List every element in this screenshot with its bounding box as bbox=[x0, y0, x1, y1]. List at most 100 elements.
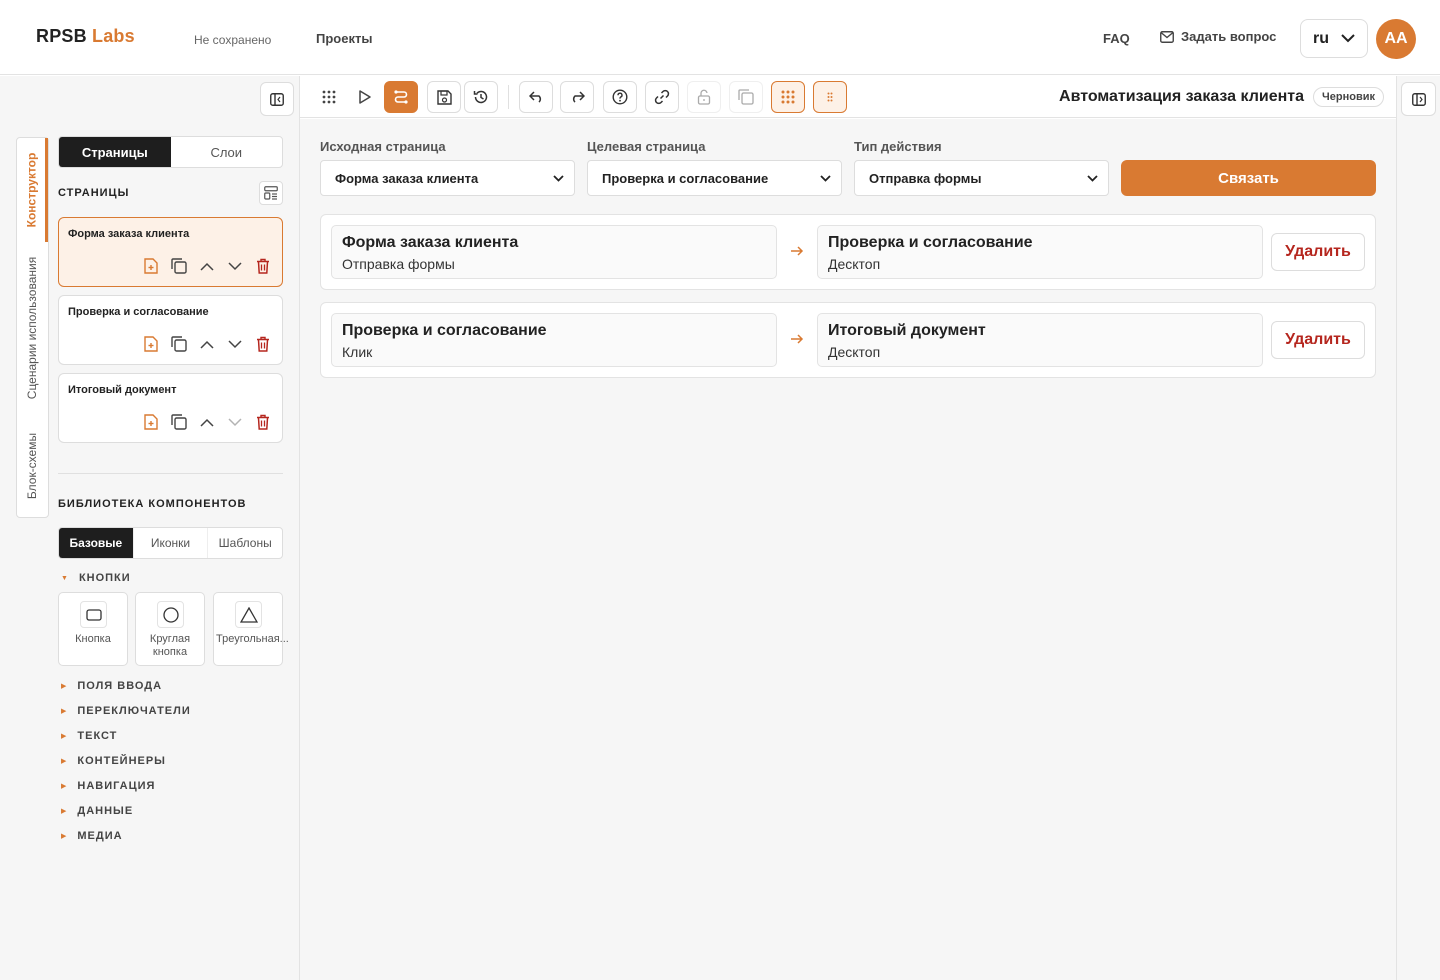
redo-button[interactable] bbox=[560, 81, 594, 113]
source-node: Форма заказа клиента Отправка формы bbox=[331, 225, 777, 279]
vtab-constructor[interactable]: Конструктор bbox=[17, 138, 48, 242]
grid-icon bbox=[322, 90, 336, 104]
category-inputs[interactable]: ▶ ПОЛЯ ВВОДА bbox=[61, 680, 162, 692]
history-icon bbox=[473, 90, 488, 104]
duplicate-icon[interactable] bbox=[169, 256, 189, 276]
grid-dots-icon bbox=[781, 90, 795, 104]
category-buttons[interactable]: ▼ КНОПКИ bbox=[61, 572, 131, 584]
link-button[interactable] bbox=[645, 81, 679, 113]
play-button[interactable] bbox=[348, 81, 382, 113]
component-button[interactable]: Кнопка bbox=[58, 592, 128, 666]
target-node: Итоговый документ Десктоп bbox=[817, 313, 1263, 367]
category-label: ПЕРЕКЛЮЧАТЕЛИ bbox=[77, 705, 191, 717]
duplicate-icon[interactable] bbox=[169, 412, 189, 432]
ask-question-link[interactable]: Задать вопрос bbox=[1160, 29, 1276, 44]
page-card[interactable]: Итоговый документ bbox=[58, 373, 283, 443]
ask-question-label: Задать вопрос bbox=[1181, 29, 1277, 44]
trash-icon[interactable] bbox=[253, 412, 273, 432]
add-page-icon[interactable] bbox=[141, 412, 161, 432]
link-row: Проверка и согласование Клик Итоговый до… bbox=[320, 302, 1376, 378]
snap-toggle-button[interactable] bbox=[813, 81, 847, 113]
collapsed-triangle-icon: ▶ bbox=[61, 758, 68, 765]
collapse-left-panel-button[interactable] bbox=[260, 82, 294, 116]
target-page-label: Целевая страница bbox=[587, 139, 706, 154]
apps-grid-button[interactable] bbox=[312, 81, 346, 113]
connect-button[interactable]: Связать bbox=[1121, 160, 1376, 196]
chevron-down-icon bbox=[1087, 174, 1098, 182]
delete-link-button[interactable]: Удалить bbox=[1271, 321, 1365, 359]
vtab-use-cases-label: Сценарии использования bbox=[25, 256, 40, 400]
source-node-subtitle: Отправка формы bbox=[342, 256, 455, 272]
grid-toggle-button[interactable] bbox=[771, 81, 805, 113]
save-button[interactable] bbox=[427, 81, 461, 113]
editor-toolbar: Автоматизация заказа клиента Черновик bbox=[300, 76, 1396, 118]
save-icon bbox=[436, 89, 452, 105]
move-up-icon[interactable] bbox=[197, 334, 217, 354]
right-panel bbox=[1396, 76, 1440, 980]
source-page-select[interactable]: Форма заказа клиента bbox=[320, 160, 575, 196]
category-navigation[interactable]: ▶ НАВИГАЦИЯ bbox=[61, 780, 155, 792]
tab-layers[interactable]: Слои bbox=[171, 137, 283, 167]
move-up-icon[interactable] bbox=[197, 412, 217, 432]
trash-icon[interactable] bbox=[253, 256, 273, 276]
source-node-subtitle: Клик bbox=[342, 344, 373, 360]
add-page-icon[interactable] bbox=[141, 256, 161, 276]
category-text[interactable]: ▶ ТЕКСТ bbox=[61, 730, 117, 742]
links-mode-button[interactable] bbox=[384, 81, 418, 113]
category-switches[interactable]: ▶ ПЕРЕКЛЮЧАТЕЛИ bbox=[61, 705, 191, 717]
route-icon bbox=[394, 90, 408, 104]
move-up-icon[interactable] bbox=[197, 256, 217, 276]
action-type-label: Тип действия bbox=[854, 139, 942, 154]
category-data[interactable]: ▶ ДАННЫЕ bbox=[61, 805, 133, 817]
category-label: МЕДИА bbox=[77, 830, 123, 842]
category-containers[interactable]: ▶ КОНТЕЙНЕРЫ bbox=[61, 755, 166, 767]
triangle-icon bbox=[235, 601, 262, 628]
history-button[interactable] bbox=[464, 81, 498, 113]
target-node-subtitle: Десктоп bbox=[828, 256, 881, 272]
language-select[interactable]: ru bbox=[1300, 19, 1368, 58]
component-round-button[interactable]: Круглая кнопка bbox=[135, 592, 205, 666]
vtab-flowcharts[interactable]: Блок-схемы bbox=[17, 414, 48, 518]
collapsed-triangle-icon: ▶ bbox=[61, 783, 68, 790]
copy-icon bbox=[738, 89, 754, 105]
component-triangle-button[interactable]: Треугольная... bbox=[213, 592, 289, 666]
source-page-label: Исходная страница bbox=[320, 139, 446, 154]
nav-faq-link[interactable]: FAQ bbox=[1103, 31, 1130, 46]
logo[interactable]: RPSB Labs bbox=[36, 26, 135, 47]
tab-pages[interactable]: Страницы bbox=[59, 137, 171, 167]
trash-icon[interactable] bbox=[253, 334, 273, 354]
category-media[interactable]: ▶ МЕДИА bbox=[61, 830, 123, 842]
delete-link-button[interactable]: Удалить bbox=[1271, 233, 1365, 271]
sidebar-toggle-icon bbox=[270, 92, 284, 106]
pages-layers-switch: Страницы Слои bbox=[58, 136, 283, 168]
tab-templates[interactable]: Шаблоны bbox=[207, 528, 282, 558]
move-down-icon[interactable] bbox=[225, 334, 245, 354]
tab-basic[interactable]: Базовые bbox=[59, 528, 133, 558]
collapse-right-panel-button[interactable] bbox=[1401, 82, 1436, 116]
tab-icons[interactable]: Иконки bbox=[132, 528, 208, 558]
help-button[interactable] bbox=[603, 81, 637, 113]
target-page-select[interactable]: Проверка и согласование bbox=[587, 160, 842, 196]
project-title: Автоматизация заказа клиента bbox=[1059, 88, 1304, 105]
duplicate-icon[interactable] bbox=[169, 334, 189, 354]
unlock-icon bbox=[697, 89, 711, 105]
page-template-button[interactable] bbox=[259, 181, 283, 205]
action-type-select[interactable]: Отправка формы bbox=[854, 160, 1109, 196]
chevron-down-icon bbox=[820, 174, 831, 182]
nav-projects-link[interactable]: Проекты bbox=[316, 31, 372, 46]
vtab-flowcharts-label: Блок-схемы bbox=[25, 432, 40, 500]
source-node: Проверка и согласование Клик bbox=[331, 313, 777, 367]
vtab-use-cases[interactable]: Сценарии использования bbox=[17, 242, 48, 414]
vertical-tabs: Конструктор Сценарии использования Блок-… bbox=[16, 137, 49, 518]
page-card[interactable]: Проверка и согласование bbox=[58, 295, 283, 365]
move-down-icon[interactable] bbox=[225, 256, 245, 276]
target-node-title: Итоговый документ bbox=[828, 322, 986, 339]
add-page-icon[interactable] bbox=[141, 334, 161, 354]
collapsed-triangle-icon: ▶ bbox=[61, 808, 68, 815]
undo-button[interactable] bbox=[519, 81, 553, 113]
page-card[interactable]: Форма заказа клиента bbox=[58, 217, 283, 287]
component-label: Круглая кнопка bbox=[149, 633, 191, 658]
library-section-title: БИБЛИОТЕКА КОМПОНЕНТОВ bbox=[58, 498, 247, 510]
avatar[interactable]: AA bbox=[1376, 19, 1416, 59]
unlock-button bbox=[687, 81, 721, 113]
